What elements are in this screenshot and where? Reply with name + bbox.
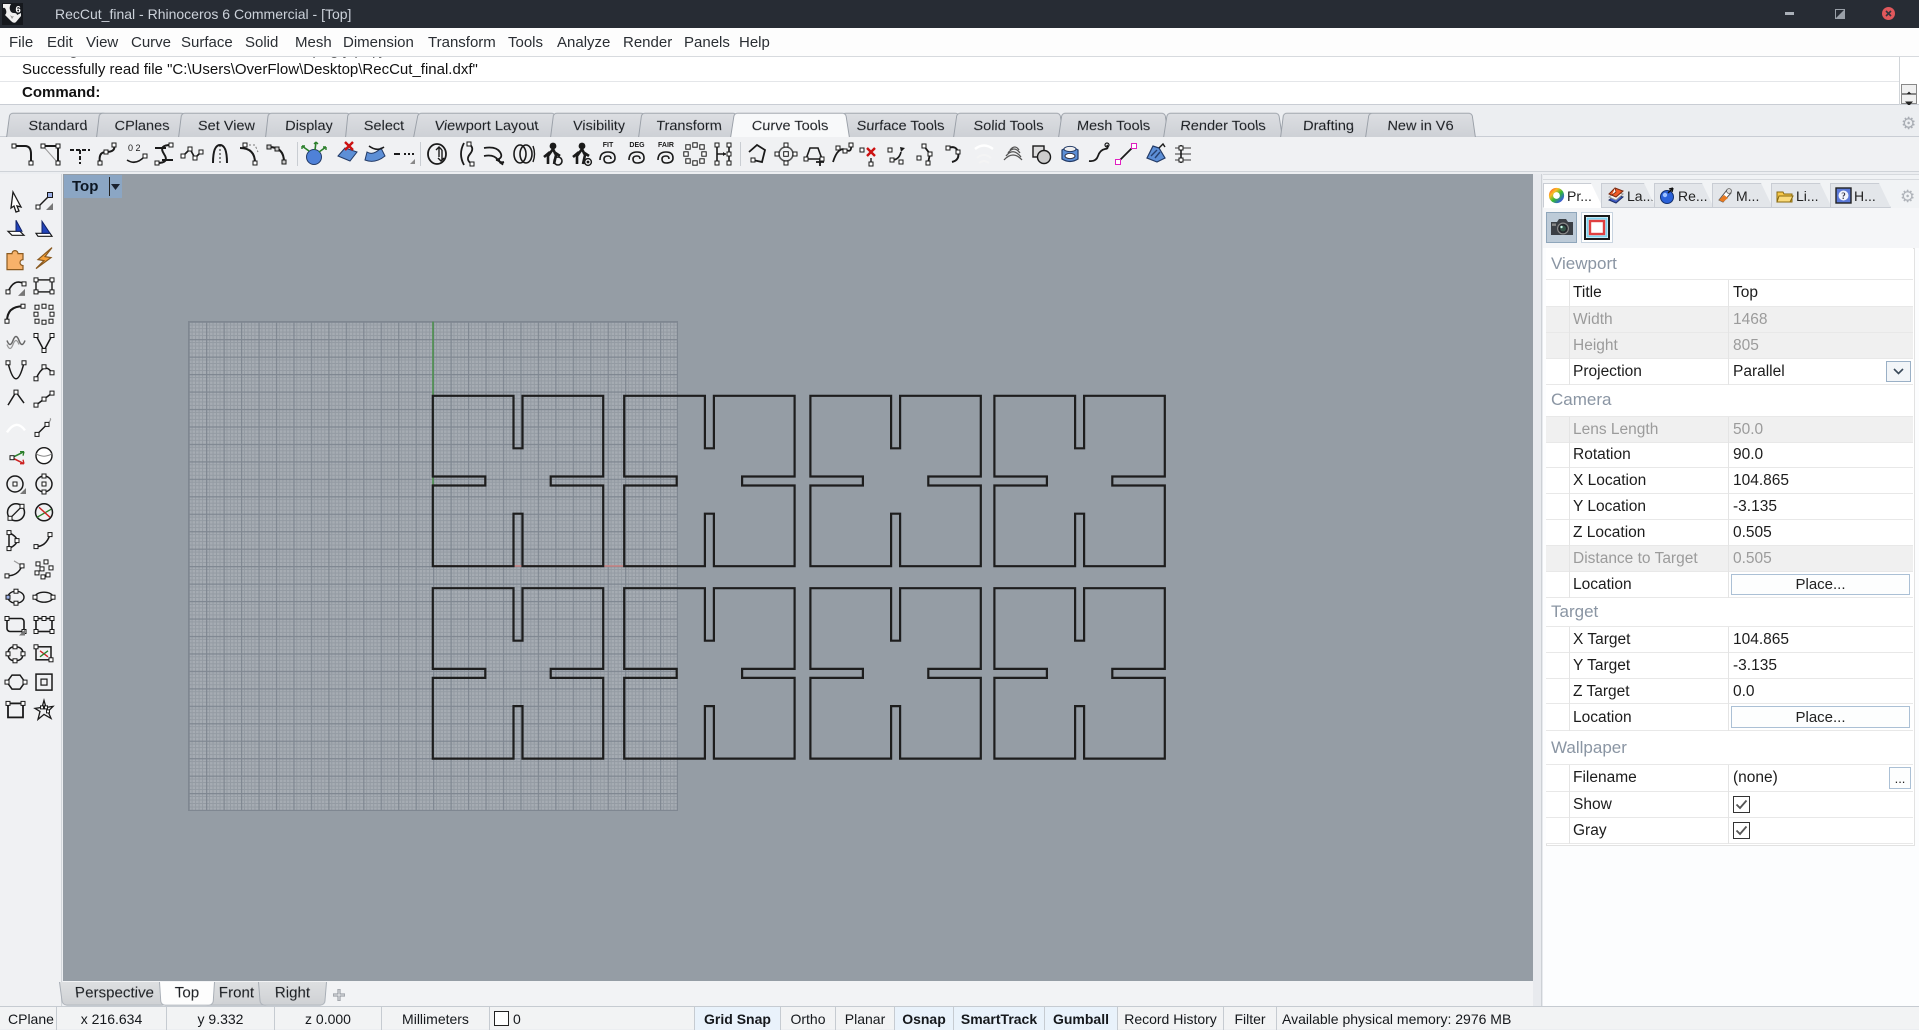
svg-text:FIT: FIT xyxy=(603,142,614,149)
svg-text:?: ? xyxy=(1841,191,1846,201)
svg-text:FAIR: FAIR xyxy=(658,142,674,149)
svg-text:6: 6 xyxy=(16,5,21,16)
svg-text:DEG: DEG xyxy=(629,142,645,149)
svg-text:0 2: 0 2 xyxy=(128,143,141,153)
